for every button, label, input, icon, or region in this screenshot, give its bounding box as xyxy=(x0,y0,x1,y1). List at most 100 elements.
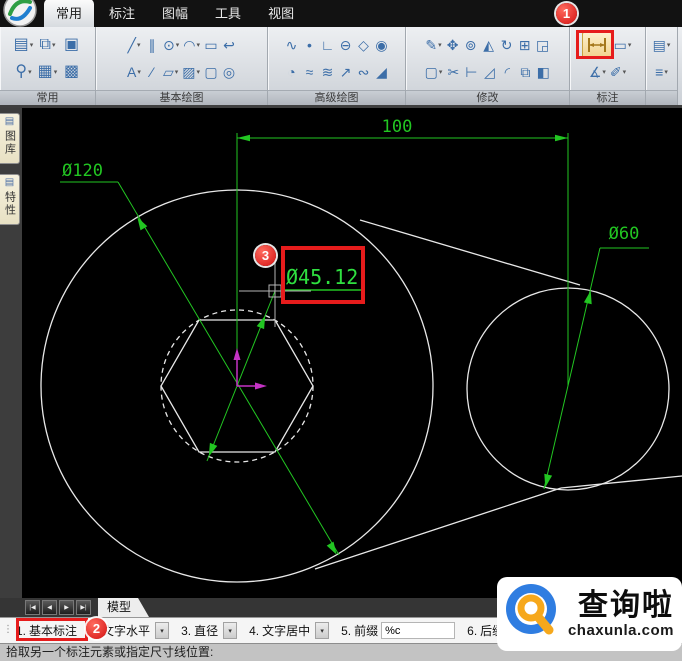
ribbon-tab-1[interactable]: 标注 xyxy=(97,0,147,27)
ribbon-tab-0[interactable]: 常用 xyxy=(44,0,95,27)
dropdown-arrow-icon[interactable]: ▾ xyxy=(602,69,606,76)
revision-cloud-icon[interactable]: ◎ xyxy=(220,59,238,85)
sheet-nav-button-1[interactable]: ◀ xyxy=(42,600,57,615)
point-line-icon[interactable]: ⁄ xyxy=(143,59,161,85)
mirror-icon[interactable]: ◭ xyxy=(480,32,498,58)
ribbon-group-label xyxy=(646,90,677,105)
dropdown-arrow-icon[interactable]: ▾ xyxy=(438,42,442,49)
edit-dimension-icon[interactable]: ✐ ▾ xyxy=(608,59,628,85)
dropdown-arrow-icon[interactable]: ▾ xyxy=(52,42,56,49)
dimension-style-icon[interactable]: ▭ ▾ xyxy=(612,32,634,58)
select-icon[interactable]: ▢ ▾ xyxy=(423,59,445,85)
zoom-icon[interactable]: ⚲ ▾ xyxy=(12,59,36,85)
toolbar-grip-handle[interactable]: ⋮⋮ xyxy=(3,625,23,634)
sheet-nav-button-3[interactable]: ▶| xyxy=(76,600,91,615)
erase-icon[interactable]: ✎ ▾ xyxy=(423,32,443,58)
wave-line-icon[interactable]: ≈ xyxy=(301,59,319,85)
parallel-line-icon[interactable]: ∥ xyxy=(143,32,161,58)
library-icon: ▤ xyxy=(4,116,15,127)
rotate-icon[interactable]: ↻ xyxy=(498,32,516,58)
parallelogram-icon[interactable]: ▱ ▾ xyxy=(161,59,180,85)
hatch-icon[interactable]: ▨ ▾ xyxy=(180,59,202,85)
circle-icon[interactable]: ⊙ ▾ xyxy=(161,32,181,58)
ribbon-group-label: 修改 xyxy=(406,90,569,105)
spline-icon[interactable]: ∿ xyxy=(283,32,301,58)
sheet-nav-button-0[interactable]: |◀ xyxy=(25,600,40,615)
break-line-icon[interactable]: ≋ xyxy=(319,59,337,85)
option-label: 文字水平 xyxy=(102,624,151,638)
scale-icon[interactable]: ◲ xyxy=(534,32,552,58)
image-icon[interactable]: ▩ xyxy=(60,59,84,85)
dropdown-arrow-icon[interactable]: ▾ xyxy=(137,69,141,76)
ribbon-group-5: ▤ ▾ ≡ ▾ xyxy=(646,27,678,105)
option-5[interactable]: 5. 前缀 xyxy=(335,622,461,639)
sheet-nav-button-2[interactable]: ▶ xyxy=(59,600,74,615)
dropdown-arrow-icon[interactable]: ▾ xyxy=(155,622,170,639)
text-icon[interactable]: A ▾ xyxy=(125,59,143,85)
lower-tangent-extension[interactable] xyxy=(560,475,682,489)
region-icon[interactable]: ▢ xyxy=(202,59,220,85)
dropdown-arrow-icon[interactable]: ▾ xyxy=(623,69,627,76)
option-4[interactable]: 4. 文字居中 ▾ xyxy=(243,622,335,639)
dropdown-arrow-icon[interactable]: ▾ xyxy=(223,622,238,639)
dropdown-arrow-icon[interactable]: ▾ xyxy=(176,42,180,49)
paste-icon[interactable]: ▣ xyxy=(60,32,84,58)
coordinate-dimension-icon[interactable]: ∡ ▾ xyxy=(587,59,608,85)
array-icon[interactable]: ⊞ xyxy=(516,32,534,58)
move-icon[interactable]: ✥ xyxy=(444,32,462,58)
arc-icon[interactable]: ◠ ▾ xyxy=(181,32,202,58)
dropdown-arrow-icon[interactable]: ▾ xyxy=(196,42,200,49)
copy-icon[interactable]: ⧉ ▾ xyxy=(36,32,60,58)
new-document-icon[interactable]: ▤ ▾ xyxy=(12,32,36,58)
chamfer-icon[interactable]: ◿ xyxy=(480,59,498,85)
dropdown-arrow-icon[interactable]: ▾ xyxy=(175,69,179,76)
point-icon[interactable]: • xyxy=(301,32,319,58)
option-3[interactable]: 3. 直径 ▾ xyxy=(175,622,243,639)
dropdown-arrow-icon[interactable]: ▾ xyxy=(439,69,443,76)
polyline-icon[interactable]: ↩ xyxy=(220,32,238,58)
ellipse-icon[interactable]: ⊖ xyxy=(337,32,355,58)
print-icon[interactable]: ▦ ▾ xyxy=(36,59,60,85)
trim-icon[interactable]: ✂ xyxy=(444,59,462,85)
sheet-icon[interactable]: ▤ ▾ xyxy=(651,32,673,58)
dropdown-arrow-icon[interactable]: ▾ xyxy=(137,42,141,49)
model-tab[interactable]: 模型 xyxy=(98,598,149,617)
option-input-5[interactable] xyxy=(381,622,456,639)
tangent-circle-icon[interactable]: ◉ xyxy=(373,32,391,58)
lower-tangent-line[interactable] xyxy=(314,487,562,570)
polygon-icon[interactable]: ◇ xyxy=(355,32,373,58)
fillet-icon[interactable]: ◜ xyxy=(498,59,516,85)
ribbon-tab-4[interactable]: 视图 xyxy=(256,0,306,27)
dim60-leader xyxy=(543,247,601,490)
dropdown-arrow-icon[interactable]: ▾ xyxy=(30,42,34,49)
extend-icon[interactable]: ⊢ xyxy=(462,59,480,85)
dropdown-arrow-icon[interactable]: ▾ xyxy=(667,42,671,49)
ribbon-tab-3[interactable]: 工具 xyxy=(203,0,253,27)
ribbon-group-label: 基本绘图 xyxy=(96,90,267,105)
angle-line-icon[interactable]: ∟ xyxy=(319,32,337,58)
line-icon[interactable]: ╱ ▾ xyxy=(125,32,143,58)
dropdown-arrow-icon[interactable]: ▾ xyxy=(28,69,32,76)
side-panel-tab-0[interactable]: ▤ 图库 xyxy=(0,113,20,164)
cone-icon[interactable]: ◢ xyxy=(373,59,391,85)
rectangle-icon[interactable]: ▭ xyxy=(202,32,220,58)
copy-object-icon[interactable]: ⊚ xyxy=(462,32,480,58)
ribbon-tab-2[interactable]: 图幅 xyxy=(150,0,200,27)
dropdown-arrow-icon[interactable]: ▾ xyxy=(628,42,632,49)
line-width-icon[interactable]: ≡ ▾ xyxy=(653,59,671,85)
dropdown-arrow-icon[interactable]: ▾ xyxy=(197,69,201,76)
app-logo-icon[interactable] xyxy=(2,0,38,28)
upper-tangent-line[interactable] xyxy=(359,219,581,286)
stretch-icon[interactable]: ◧ xyxy=(534,59,552,85)
dropdown-arrow-icon[interactable]: ▾ xyxy=(54,69,58,76)
side-panel-tab-1[interactable]: ▤ 特性 xyxy=(0,174,20,225)
arrowhead xyxy=(237,134,250,142)
dropdown-arrow-icon[interactable]: ▾ xyxy=(664,69,668,76)
offset-icon[interactable]: ⧉ xyxy=(516,59,534,85)
curve-icon[interactable]: ∾ xyxy=(355,59,373,85)
dropdown-arrow-icon[interactable]: ▾ xyxy=(315,622,330,639)
arrow-icon[interactable]: ↗ xyxy=(337,59,355,85)
pie-icon[interactable]: ◔ xyxy=(283,59,301,85)
drawing-canvas[interactable]: 100 Ø120 Ø60 Ø45.12 xyxy=(22,108,682,598)
ribbon-group-label: 常用 xyxy=(0,90,95,105)
